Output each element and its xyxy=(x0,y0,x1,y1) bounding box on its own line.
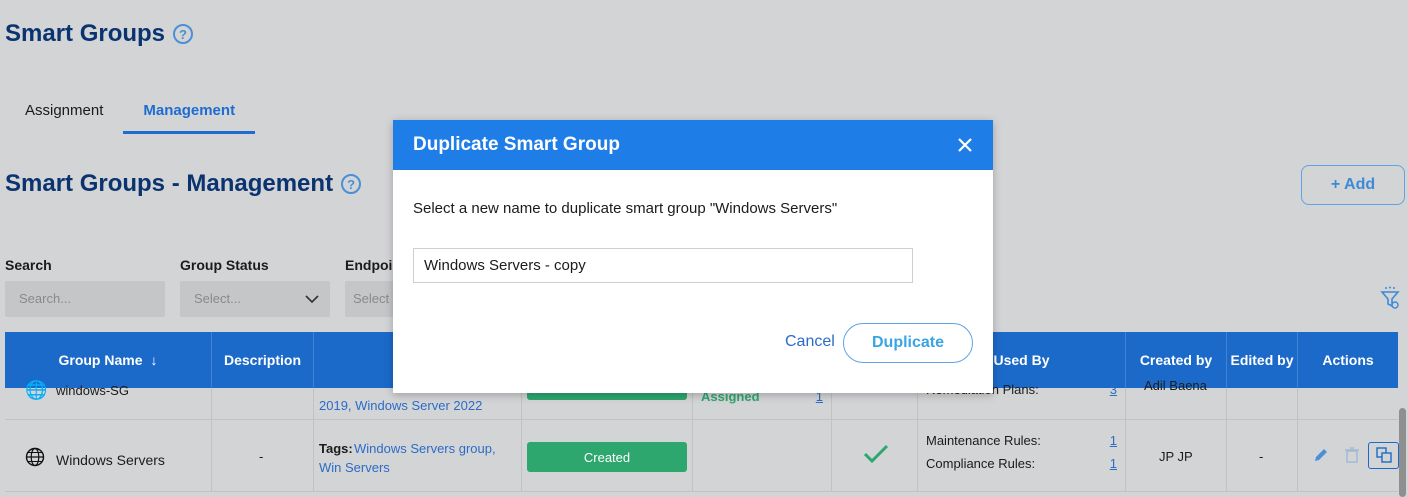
duplicate-smart-group-modal: Duplicate Smart Group Select a new name … xyxy=(393,120,993,393)
new-name-input[interactable] xyxy=(413,248,913,283)
cancel-button[interactable]: Cancel xyxy=(785,333,835,351)
modal-title: Duplicate Smart Group xyxy=(413,134,620,155)
modal-header: Duplicate Smart Group xyxy=(393,120,993,170)
close-icon[interactable] xyxy=(957,137,973,153)
modal-message: Select a new name to duplicate smart gro… xyxy=(413,200,838,217)
duplicate-button[interactable]: Duplicate xyxy=(843,323,973,363)
